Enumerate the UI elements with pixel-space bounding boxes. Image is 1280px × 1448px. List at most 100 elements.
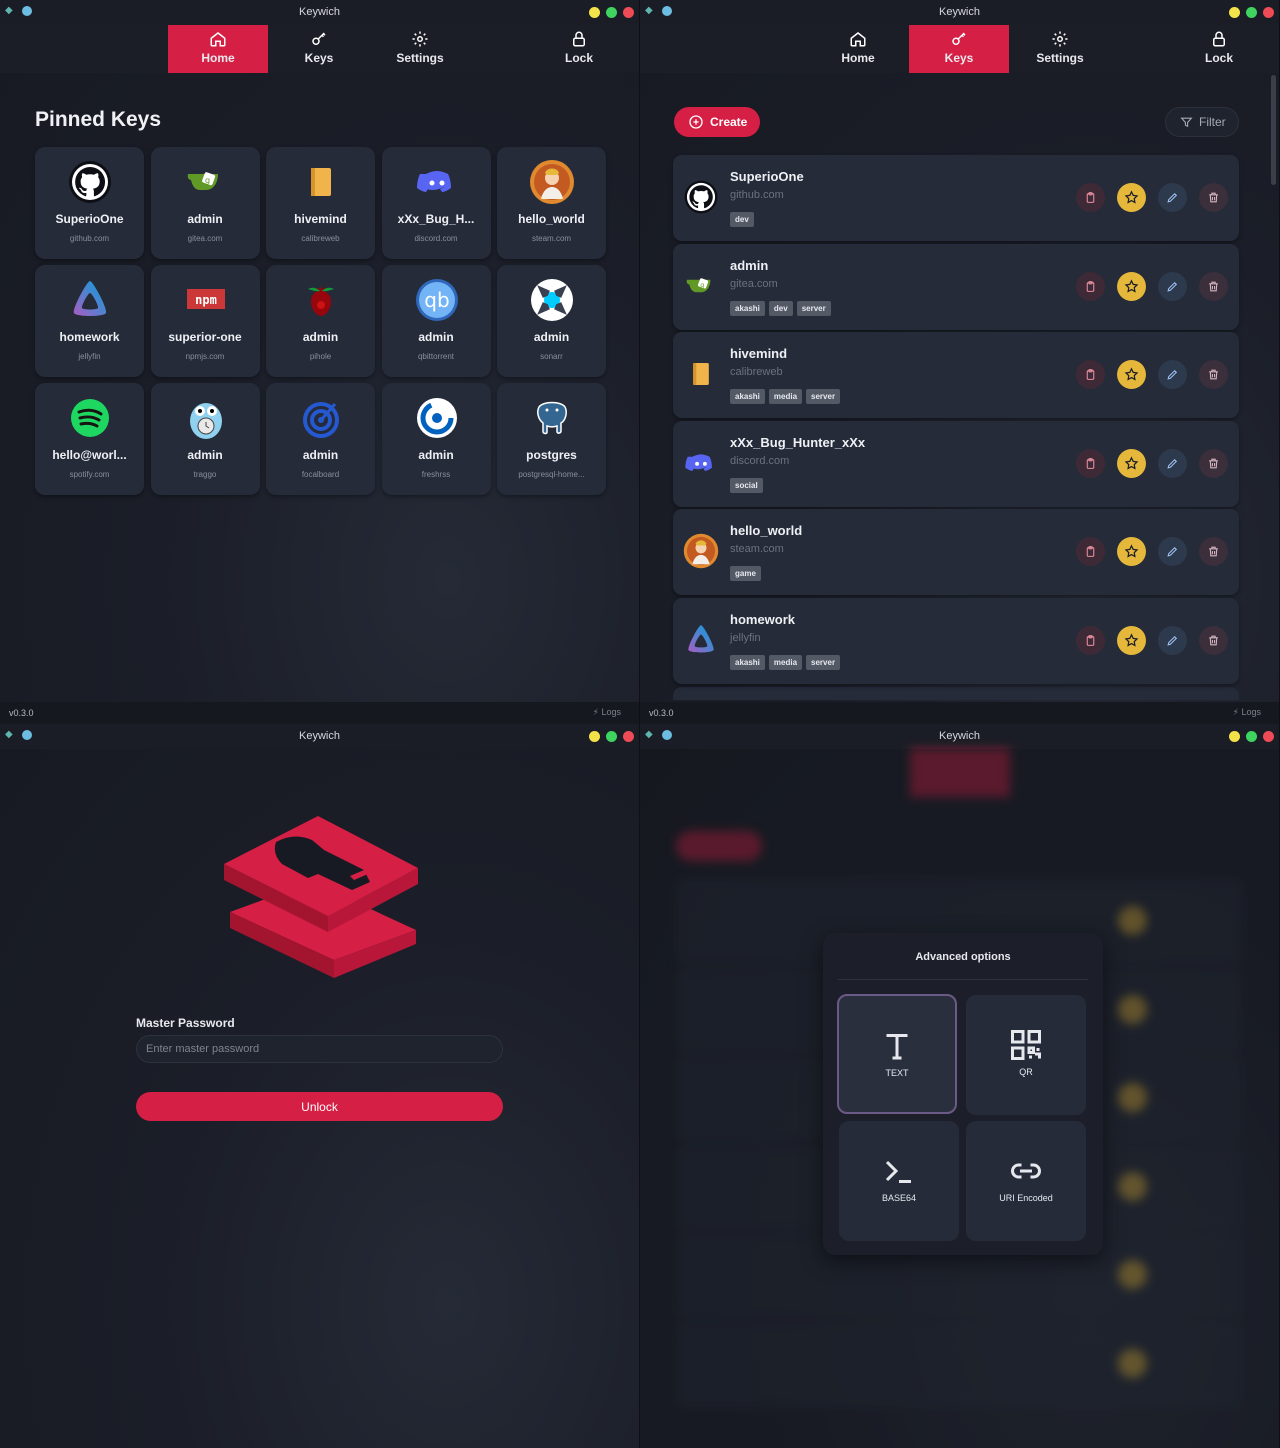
nav-settings[interactable]: Settings [1010,25,1110,73]
row-actions [1076,360,1228,390]
nav-home[interactable]: Home [168,25,268,73]
maximize-button[interactable] [1246,731,1257,742]
tag-chip[interactable]: server [796,300,831,316]
pencil-icon [1167,281,1178,292]
target-icon [303,402,339,438]
tag-chip[interactable]: dev [768,300,793,316]
pinned-key-card[interactable]: hello@worl... spotify.com [35,383,144,495]
minimize-button[interactable] [1229,7,1240,18]
pinned-key-card[interactable]: admin pihole [266,265,375,377]
tag-chip[interactable]: akashi [730,389,765,405]
maximize-button[interactable] [606,731,617,742]
clipboard-icon [1086,635,1095,646]
pinned-key-card[interactable]: hivemind calibreweb [266,147,375,259]
nav-home[interactable]: Home [808,25,908,73]
pin-star-button[interactable] [1117,271,1146,301]
tag-chip[interactable]: dev [730,212,754,227]
copy-button[interactable] [1076,183,1105,212]
minimize-button[interactable] [589,7,600,18]
tag-chip[interactable]: social [730,477,763,493]
nav-keys[interactable]: Keys [269,25,369,73]
edit-button[interactable] [1158,360,1187,390]
delete-button[interactable] [1199,360,1228,390]
edit-button[interactable] [1158,271,1187,301]
edit-button[interactable] [1158,537,1187,567]
copy-button[interactable] [1076,271,1105,301]
nav-keys[interactable]: Keys [909,25,1009,73]
tag-chip[interactable]: server [806,389,841,405]
key-row[interactable]: SuperioOne github.com dev [673,155,1239,241]
minimize-button[interactable] [589,731,600,742]
unlock-button[interactable]: Unlock [136,1092,503,1121]
pin-star-button[interactable] [1117,537,1146,567]
pinned-key-card[interactable]: admin focalboard [266,383,375,495]
pin-star-button[interactable] [1117,448,1146,478]
nav-settings[interactable]: Settings [370,25,470,73]
pin-star-button[interactable] [1117,360,1146,390]
edit-button[interactable] [1158,183,1187,212]
key-row[interactable]: hello_world steam.com game [673,509,1239,596]
pinned-key-card[interactable]: homework jellyfin [35,265,144,377]
pinned-key-card[interactable]: admin freshrss [381,383,491,495]
pinned-key-card[interactable]: admin traggo [150,383,260,495]
pinned-key-card[interactable]: hello_world steam.com [497,147,606,259]
pinned-key-card[interactable]: admin sonarr [497,265,606,377]
logs-button[interactable]: ⚡ Logs [593,707,621,718]
keys-scroll-area[interactable]: SuperioOne github.com dev g admin gitea.com ak… [640,75,1280,700]
minimize-button[interactable] [1229,731,1240,742]
gitea-icon: g [187,172,218,190]
pinned-key-card[interactable]: npm superior-one npmjs.com [150,265,260,377]
key-row[interactable]: homework jellyfin akashi media server [673,597,1239,684]
maximize-button[interactable] [606,7,617,18]
window-title: Keywich [939,730,980,742]
pin-star-button[interactable] [1117,625,1146,655]
tag-chip[interactable]: media [768,654,803,670]
maximize-button[interactable] [1246,7,1257,18]
key-domain: github.com [730,189,784,201]
key-row-partial[interactable] [673,686,1239,700]
pinned-key-card[interactable]: postgres postgresql-home... [497,383,606,495]
key-name: admin [418,330,454,344]
option-base64[interactable]: BASE64 [839,1121,959,1241]
pinned-key-card[interactable]: g admin gitea.com [150,147,260,259]
delete-button[interactable] [1199,625,1228,655]
key-row[interactable]: hivemind calibreweb akashi media server [673,332,1239,419]
pinned-key-card[interactable]: SuperioOne github.com [35,147,144,259]
option-qr[interactable]: QR [966,995,1086,1115]
option-text[interactable]: TEXT [837,994,957,1114]
option-uri-encoded[interactable]: URI Encoded [966,1121,1086,1241]
edit-button[interactable] [1158,448,1187,478]
delete-button[interactable] [1199,537,1228,567]
close-button[interactable] [1263,7,1274,18]
tag-chip[interactable]: akashi [730,654,765,670]
close-button[interactable] [623,731,634,742]
key-domain: pihole [309,352,332,361]
master-password-input[interactable] [136,1035,503,1063]
key-name: homework [730,611,796,627]
delete-button[interactable] [1199,448,1228,478]
close-button[interactable] [623,7,634,18]
tag-chip[interactable]: server [806,654,841,670]
tag-chip[interactable]: media [768,389,803,405]
service-logo [414,159,460,205]
copy-button[interactable] [1076,448,1105,478]
pin-star-button[interactable] [1117,183,1146,212]
tag-chip[interactable]: akashi [730,300,765,316]
logs-button[interactable]: ⚡ Logs [1233,707,1261,718]
pinned-key-card[interactable]: qb admin qbittorrent [381,265,491,377]
delete-button[interactable] [1199,183,1228,212]
copy-button[interactable] [1076,360,1105,390]
nav-lock[interactable]: Lock [1169,25,1269,73]
copy-button[interactable] [1076,537,1105,567]
close-button[interactable] [1263,731,1274,742]
nav-lock[interactable]: Lock [529,25,629,73]
tag-chip[interactable]: game [730,566,761,582]
delete-button[interactable] [1199,271,1228,301]
key-domain: discord.com [414,234,458,243]
key-row[interactable]: g admin gitea.com akashi dev server [673,243,1239,330]
edit-button[interactable] [1158,625,1187,655]
scrollbar[interactable] [1271,75,1276,185]
pinned-key-card[interactable]: xXx_Bug_H... discord.com [381,147,491,259]
copy-button[interactable] [1076,625,1105,655]
key-row[interactable]: xXx_Bug_Hunter_xXx discord.com social [673,420,1239,507]
